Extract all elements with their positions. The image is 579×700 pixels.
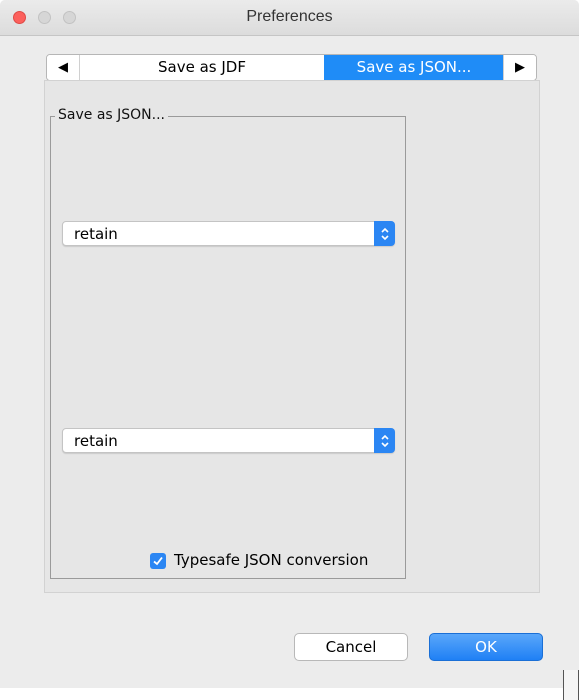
left-arrow-icon: ◀ (58, 60, 68, 75)
preferences-window: Preferences ◀ Save as JDF Save as JSON..… (0, 0, 579, 688)
checkmark-icon (153, 556, 163, 566)
json-option-combo-1[interactable]: retain (62, 221, 395, 246)
group-title: Save as JSON... (55, 107, 168, 123)
background-bottom (0, 688, 579, 700)
tab-save-as-json[interactable]: Save as JSON... (324, 55, 504, 80)
typesafe-json-checkbox[interactable] (150, 553, 166, 569)
save-as-json-group: Save as JSON... retain retain Typesafe J… (50, 107, 406, 579)
combo-value: retain (74, 432, 118, 450)
ok-button[interactable]: OK (429, 633, 543, 661)
cancel-button[interactable]: Cancel (294, 633, 408, 661)
title-bar: Preferences (0, 0, 579, 36)
tab-scroll-right-button[interactable]: ▶ (503, 55, 536, 80)
background-window-edge (563, 670, 579, 700)
updown-chevron-icon[interactable] (374, 428, 395, 453)
tab-strip: ◀ Save as JDF Save as JSON... ▶ (46, 54, 537, 81)
window-title: Preferences (246, 8, 333, 25)
tab-save-as-jdf[interactable]: Save as JDF (80, 55, 324, 80)
updown-chevron-icon[interactable] (374, 221, 395, 246)
json-option-combo-2[interactable]: retain (62, 428, 395, 453)
right-arrow-icon: ▶ (515, 60, 525, 75)
tab-content-pane: Save as JSON... retain retain Typesafe J… (44, 80, 540, 593)
tab-scroll-left-button[interactable]: ◀ (47, 55, 80, 80)
typesafe-json-label[interactable]: Typesafe JSON conversion (174, 551, 368, 569)
combo-value: retain (74, 225, 118, 243)
